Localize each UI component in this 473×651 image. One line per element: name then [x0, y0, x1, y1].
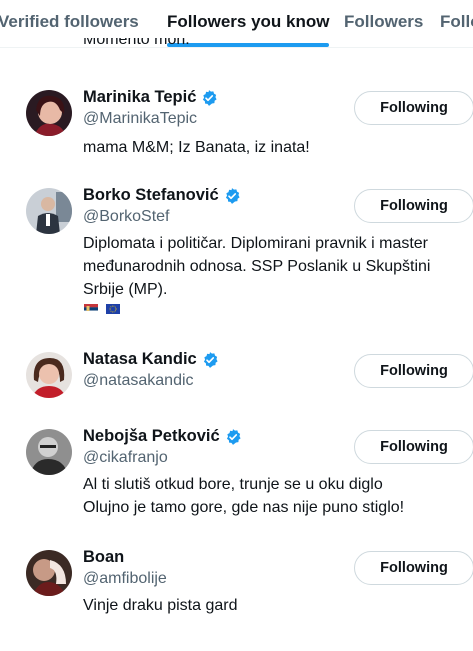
scrolled-bio-fragment: Momento mori.: [83, 38, 190, 48]
user-bio-line-2: Olujno je tamo gore, gde nas nije puno s…: [83, 499, 405, 516]
user-name[interactable]: Marinika Tepić: [83, 88, 196, 107]
user-handle[interactable]: @MarinikaTepic: [83, 110, 197, 128]
avatar[interactable]: [26, 429, 72, 475]
verified-badge-icon: [203, 351, 218, 368]
user-name-row: Borko Stefanović: [83, 186, 241, 205]
tab-following[interactable]: Following: [440, 12, 473, 32]
user-handle[interactable]: @cikafranjo: [83, 449, 168, 467]
tab-followers[interactable]: Followers: [344, 12, 423, 32]
user-handle[interactable]: @natasakandic: [83, 372, 194, 390]
following-button[interactable]: Following: [354, 354, 473, 388]
user-name-row: Nebojša Petković: [83, 427, 242, 446]
tab-followers-you-know[interactable]: Followers you know: [167, 12, 329, 32]
user-bio-line-1: mama M&M; Iz Banata, iz inata!: [83, 139, 310, 156]
following-button[interactable]: Following: [354, 551, 473, 585]
user-handle[interactable]: @amfibolije: [83, 570, 167, 588]
user-name[interactable]: Natasa Kandic: [83, 350, 197, 369]
user-handle[interactable]: @BorkoStef: [83, 208, 170, 226]
user-name-row: Marinika Tepić: [83, 88, 218, 107]
serbia-flag-icon: [84, 304, 98, 314]
following-button[interactable]: Following: [354, 91, 473, 125]
user-name-row: Natasa Kandic: [83, 350, 219, 369]
verified-badge-icon: [225, 187, 240, 204]
followers-tab-bar: Verified followers Followers you know Fo…: [0, 0, 473, 48]
user-name[interactable]: Borko Stefanović: [83, 186, 219, 205]
tab-verified-followers[interactable]: Verified followers: [0, 12, 139, 32]
avatar[interactable]: [26, 550, 72, 596]
user-name-row: Boan: [83, 548, 124, 567]
user-name[interactable]: Boan: [83, 548, 124, 567]
user-bio-line-2: međunarodnih odnosa. SSP Poslanik u Skup…: [83, 258, 431, 275]
active-tab-indicator: [167, 43, 329, 47]
following-button[interactable]: Following: [354, 189, 473, 223]
user-bio: Diplomata i političar. Diplomirani pravn…: [83, 232, 463, 301]
user-name[interactable]: Nebojša Petković: [83, 427, 220, 446]
user-bio-line-1: Vinje draku pista gard: [83, 597, 238, 614]
user-bio: Al ti slutiš otkud bore, trunje se u oku…: [83, 473, 463, 519]
eu-flag-icon: [106, 304, 120, 314]
avatar[interactable]: [26, 188, 72, 234]
following-button[interactable]: Following: [354, 430, 473, 464]
avatar[interactable]: [26, 352, 72, 398]
user-bio-line-1: Al ti slutiš otkud bore, trunje se u oku…: [83, 476, 383, 493]
bio-flags: [84, 304, 120, 314]
verified-badge-icon: [203, 89, 217, 106]
user-bio-line-3: Srbije (MP).: [83, 281, 168, 298]
user-bio-line-1: Diplomata i političar. Diplomirani pravn…: [83, 235, 429, 252]
avatar[interactable]: [26, 90, 72, 136]
verified-badge-icon: [226, 428, 241, 445]
